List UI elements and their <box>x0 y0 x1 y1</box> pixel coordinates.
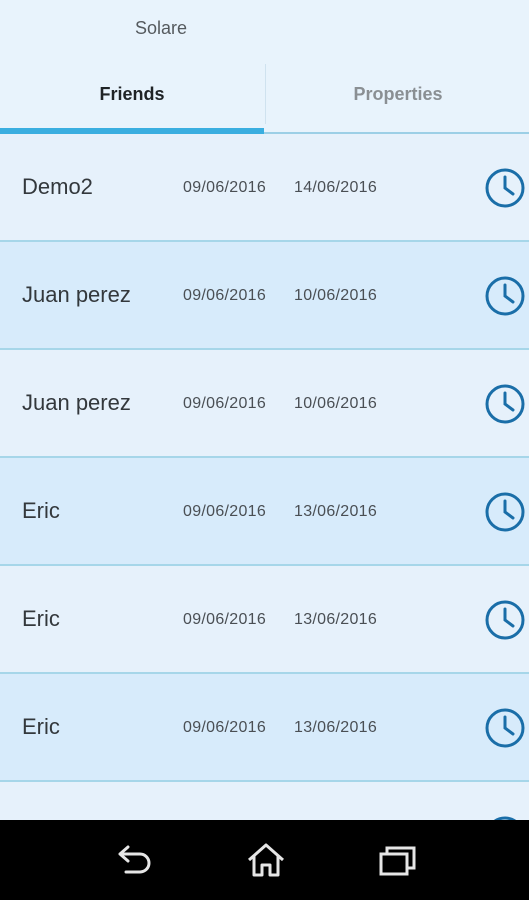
clock-icon[interactable] <box>483 490 527 534</box>
tab-bar: Friends Properties <box>0 56 529 134</box>
end-date: 13/06/2016 <box>294 611 378 628</box>
app-header: Solare <box>0 0 529 56</box>
friend-name: Eric <box>22 606 60 631</box>
clock-icon[interactable] <box>483 274 527 318</box>
list-item-partial[interactable] <box>0 782 529 820</box>
end-date: 13/06/2016 <box>294 719 378 736</box>
list-item[interactable]: Demo2 09/06/2016 14/06/2016 <box>0 134 529 242</box>
back-icon[interactable] <box>112 840 156 880</box>
friend-name: Eric <box>22 714 60 739</box>
start-date: 09/06/2016 <box>183 611 267 628</box>
app-title: Solare <box>135 18 188 38</box>
start-date: 09/06/2016 <box>183 179 267 196</box>
list-item[interactable]: Eric 09/06/2016 13/06/2016 <box>0 566 529 674</box>
end-date: 14/06/2016 <box>294 179 378 196</box>
clock-icon[interactable] <box>483 166 527 210</box>
start-date: 09/06/2016 <box>183 719 267 736</box>
friend-name: Juan perez <box>22 282 131 307</box>
list-item[interactable]: Eric 09/06/2016 13/06/2016 <box>0 458 529 566</box>
start-date: 09/06/2016 <box>183 503 267 520</box>
recent-apps-icon[interactable] <box>376 840 420 880</box>
friend-name: Demo2 <box>22 174 93 199</box>
tab-friends[interactable]: Friends <box>0 56 264 132</box>
clock-icon[interactable] <box>483 382 527 426</box>
list-item[interactable]: Juan perez 09/06/2016 10/06/2016 <box>0 242 529 350</box>
list-item[interactable]: Eric 09/06/2016 13/06/2016 <box>0 674 529 782</box>
friend-name: Eric <box>22 498 60 523</box>
system-navigation-bar <box>0 820 529 900</box>
home-icon[interactable] <box>244 840 288 880</box>
end-date: 13/06/2016 <box>294 503 378 520</box>
clock-icon[interactable] <box>483 598 527 642</box>
start-date: 09/06/2016 <box>183 395 267 412</box>
friends-list[interactable]: Demo2 09/06/2016 14/06/2016 Juan perez 0… <box>0 134 529 820</box>
list-item[interactable]: Juan perez 09/06/2016 10/06/2016 <box>0 350 529 458</box>
end-date: 10/06/2016 <box>294 395 378 412</box>
tab-properties[interactable]: Properties <box>265 64 529 124</box>
end-date: 10/06/2016 <box>294 287 378 304</box>
start-date: 09/06/2016 <box>183 287 267 304</box>
friend-name: Juan perez <box>22 390 131 415</box>
clock-icon[interactable] <box>483 706 527 750</box>
